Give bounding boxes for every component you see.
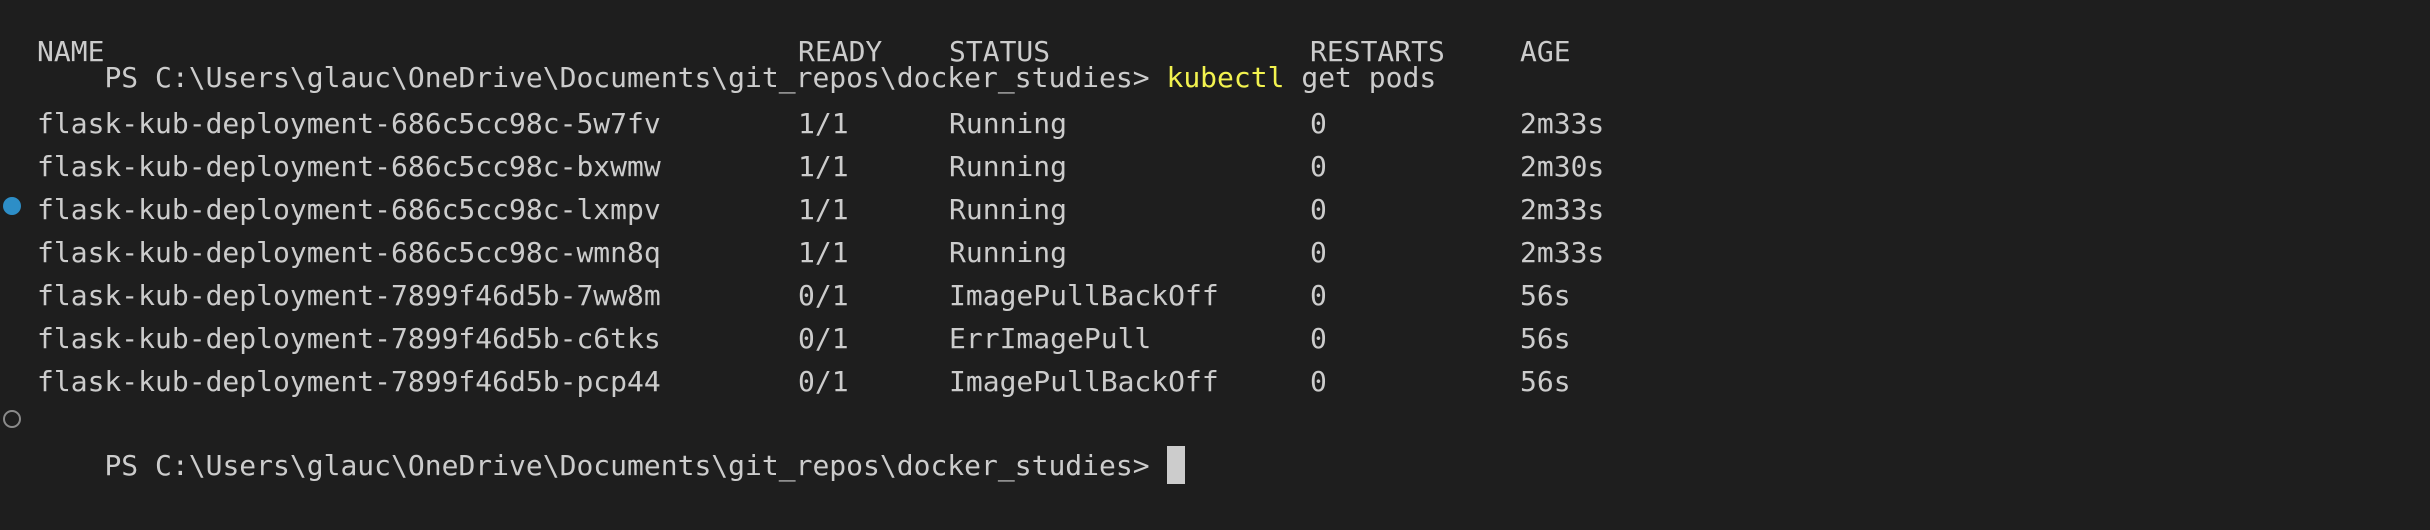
- command-success-decoration-icon[interactable]: [3, 197, 21, 215]
- pod-age: 56s: [1520, 365, 1571, 398]
- pod-restarts: 0: [1310, 365, 1327, 398]
- pod-status: ImagePullBackOff: [949, 279, 1219, 312]
- header-name: NAME: [37, 35, 105, 68]
- pod-status: ErrImagePull: [949, 322, 1152, 355]
- pod-name: flask-kub-deployment-7899f46d5b-c6tks: [37, 322, 661, 355]
- pod-status: ImagePullBackOff: [949, 365, 1219, 398]
- pod-status: Running: [949, 193, 1068, 226]
- pod-ready: 1/1: [798, 236, 849, 269]
- terminal-panel[interactable]: PS C:\Users\glauc\OneDrive\Documents\git…: [0, 0, 2430, 484]
- command-line: PS C:\Users\glauc\OneDrive\Documents\git…: [37, 13, 1436, 94]
- pod-ready: 1/1: [798, 107, 849, 140]
- pod-restarts: 0: [1310, 322, 1327, 355]
- table-header-row: NAME READY STATUS RESTARTS AGE: [37, 30, 1571, 73]
- pod-ready: 1/1: [798, 193, 849, 226]
- pod-age: 2m33s: [1520, 107, 1605, 140]
- prompt: PS C:\Users\glauc\OneDrive\Documents\git…: [104, 449, 1150, 482]
- pod-age: 2m33s: [1520, 193, 1605, 226]
- pod-ready: 1/1: [798, 150, 849, 183]
- text-cursor: [1166, 446, 1185, 484]
- pod-name: flask-kub-deployment-686c5cc98c-wmn8q: [37, 236, 661, 269]
- pod-ready: 0/1: [798, 322, 849, 355]
- pod-age: 2m33s: [1520, 236, 1605, 269]
- pod-status: Running: [949, 236, 1068, 269]
- pod-restarts: 0: [1310, 107, 1327, 140]
- pod-ready: 0/1: [798, 279, 849, 312]
- header-status: STATUS: [949, 35, 1051, 68]
- header-ready: READY: [798, 35, 883, 68]
- header-age: AGE: [1520, 35, 1571, 68]
- pod-name: flask-kub-deployment-686c5cc98c-bxwmw: [37, 150, 661, 183]
- pod-status: Running: [949, 107, 1068, 140]
- pod-name: flask-kub-deployment-686c5cc98c-lxmpv: [37, 193, 661, 226]
- command-program: kubectl: [1166, 61, 1285, 94]
- pod-name: flask-kub-deployment-7899f46d5b-pcp44: [37, 365, 661, 398]
- header-restarts: RESTARTS: [1310, 35, 1445, 68]
- pod-restarts: 0: [1310, 193, 1327, 226]
- current-prompt-line[interactable]: PS C:\Users\glauc\OneDrive\Documents\git…: [37, 401, 1185, 484]
- pod-status: Running: [949, 150, 1068, 183]
- pod-name: flask-kub-deployment-686c5cc98c-5w7fv: [37, 107, 661, 140]
- pod-age: 56s: [1520, 279, 1571, 312]
- pod-name: flask-kub-deployment-7899f46d5b-7ww8m: [37, 279, 661, 312]
- pod-restarts: 0: [1310, 236, 1327, 269]
- pod-restarts: 0: [1310, 150, 1327, 183]
- pod-ready: 0/1: [798, 365, 849, 398]
- pod-age: 56s: [1520, 322, 1571, 355]
- pod-restarts: 0: [1310, 279, 1327, 312]
- pod-age: 2m30s: [1520, 150, 1605, 183]
- command-pending-decoration-icon[interactable]: [3, 410, 21, 428]
